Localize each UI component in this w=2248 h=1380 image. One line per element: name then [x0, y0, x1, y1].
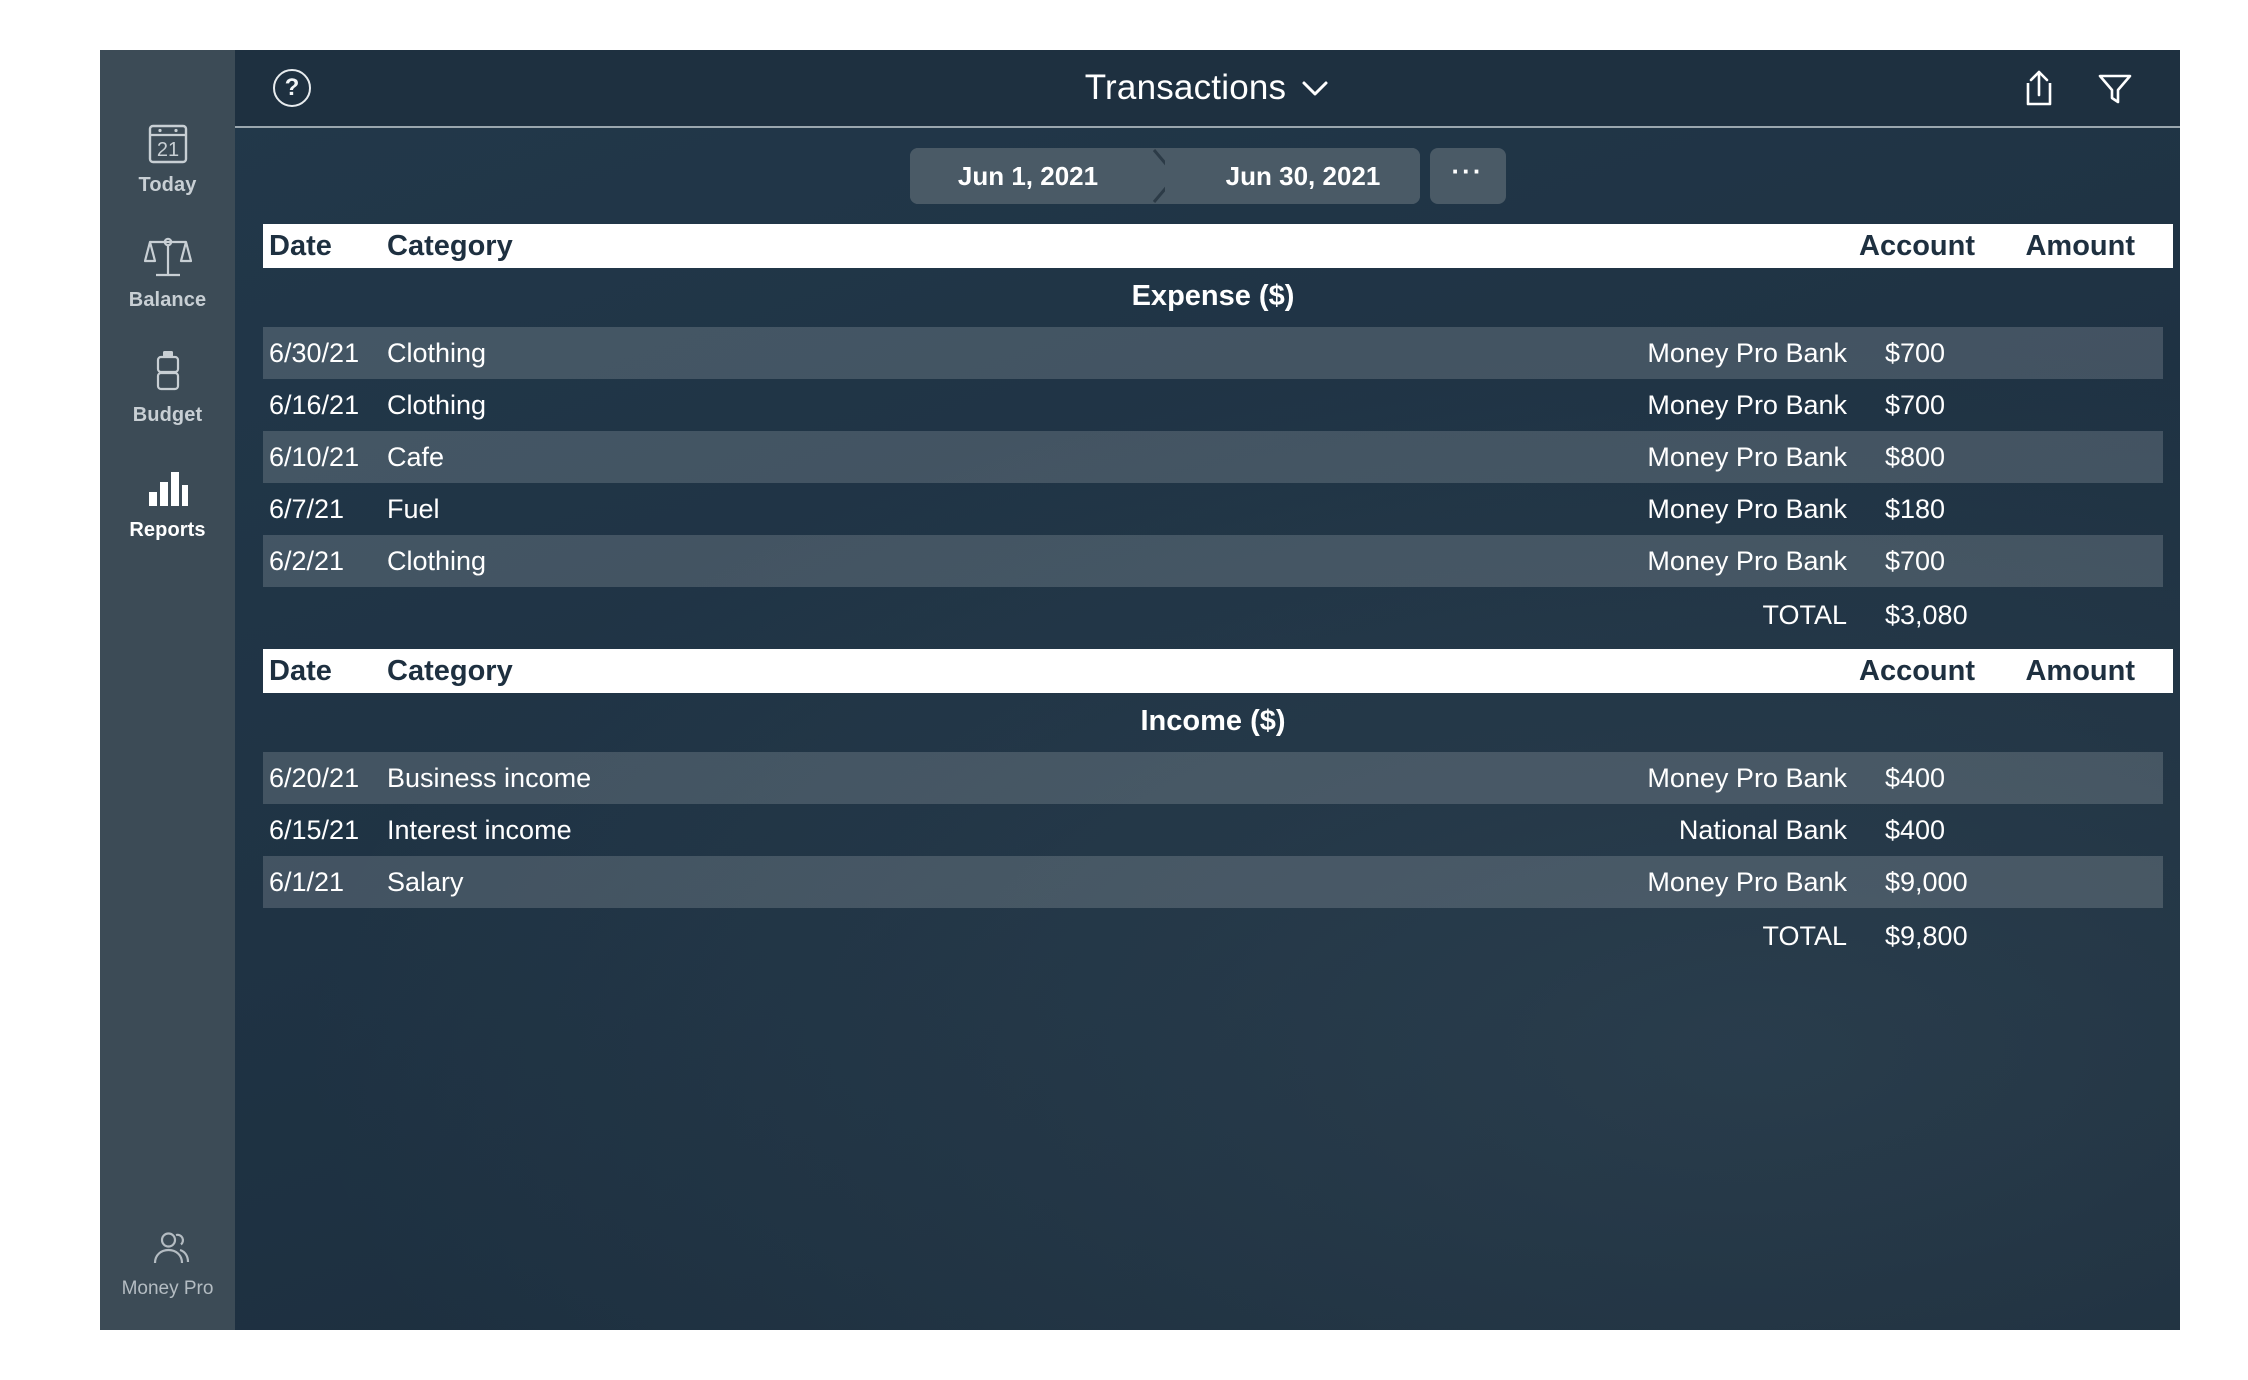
table-header-row: Date Category Account Amount — [263, 224, 2173, 268]
cell-date: 6/2/21 — [269, 545, 345, 576]
main-content: ? Transactions Jun 1, 2021 Jun 30, 2021 … — [235, 50, 2180, 1330]
users-icon — [142, 1227, 194, 1278]
date-range-start[interactable]: Jun 1, 2021 — [909, 148, 1165, 204]
cell-category: Interest income — [387, 814, 572, 845]
date-range-selector: Jun 1, 2021 Jun 30, 2021 — [909, 148, 1420, 204]
cell-category: Clothing — [387, 389, 487, 420]
app-window: 21 Today Balance Budget Reports Money Pr… — [100, 50, 2180, 1330]
sidebar-item-budget[interactable]: Budget — [100, 350, 235, 427]
scales-icon — [143, 235, 192, 281]
cell-date: 6/16/21 — [269, 389, 360, 420]
table-row[interactable]: 6/15/21 Interest income National Bank $400 — [263, 804, 2163, 856]
cell-category: Clothing — [387, 545, 487, 576]
column-header-date: Date — [269, 654, 332, 687]
cell-amount: $400 — [1885, 762, 1946, 793]
total-label: TOTAL — [1762, 599, 1847, 630]
column-header-category: Category — [387, 229, 513, 262]
page-title-group: Transactions — [235, 68, 2180, 108]
sidebar-item-reports[interactable]: Reports — [100, 465, 235, 542]
sidebar-item-balance[interactable]: Balance — [100, 235, 235, 312]
cell-date: 6/1/21 — [269, 866, 345, 897]
cell-category: Business income — [387, 762, 592, 793]
table-row[interactable]: 6/7/21 Fuel Money Pro Bank $180 — [263, 483, 2163, 535]
battery-icon — [151, 350, 185, 396]
sidebar-item-budget-label: Budget — [132, 404, 203, 426]
cell-date: 6/10/21 — [269, 441, 360, 472]
cell-date: 6/7/21 — [269, 493, 345, 524]
report-table: Date Category Account Amount Expense ($) 6/30… — [235, 224, 2180, 1330]
title-bar-actions — [2022, 68, 2134, 108]
table-row[interactable]: 6/16/21 Clothing Money Pro Bank $700 — [263, 379, 2163, 431]
cell-amount: $700 — [1885, 337, 1946, 368]
cell-category: Clothing — [387, 337, 487, 368]
cell-account: Money Pro Bank — [1647, 493, 1847, 524]
column-header-amount: Amount — [2025, 654, 2135, 687]
sidebar: 21 Today Balance Budget Reports Money Pr… — [100, 50, 235, 1330]
cell-amount: $700 — [1885, 389, 1946, 420]
table-row[interactable]: 6/2/21 Clothing Money Pro Bank $700 — [263, 535, 2163, 587]
date-range-more-button[interactable]: ··· — [1429, 148, 1506, 204]
column-header-amount: Amount — [2025, 229, 2135, 262]
cell-account: Money Pro Bank — [1647, 545, 1847, 576]
column-header-account: Account — [1859, 654, 1975, 687]
cell-amount: $400 — [1885, 814, 1946, 845]
total-amount: $9,800 — [1885, 920, 1968, 951]
sidebar-item-today-label: Today — [138, 174, 197, 196]
section-total-row: TOTAL $9,800 — [263, 908, 2163, 964]
title-bar: ? Transactions — [235, 50, 2180, 128]
sidebar-item-today[interactable]: 21 Today — [100, 120, 235, 197]
filter-icon[interactable] — [2096, 69, 2134, 107]
cell-account: National Bank — [1678, 814, 1847, 845]
cell-account: Money Pro Bank — [1647, 762, 1847, 793]
cell-account: Money Pro Bank — [1647, 389, 1847, 420]
column-header-account: Account — [1859, 229, 1975, 262]
cell-category: Cafe — [387, 441, 445, 472]
table-header-row: Date Category Account Amount — [263, 649, 2173, 693]
cell-date: 6/20/21 — [269, 762, 360, 793]
cell-date: 6/30/21 — [269, 337, 360, 368]
chevron-down-icon[interactable] — [1300, 78, 1330, 98]
date-range-end[interactable]: Jun 30, 2021 — [1164, 148, 1420, 204]
share-icon[interactable] — [2022, 68, 2056, 108]
table-row[interactable]: 6/1/21 Salary Money Pro Bank $9,000 — [263, 856, 2163, 908]
bar-chart-icon — [145, 465, 191, 511]
sidebar-account-label: Money Pro — [121, 1278, 214, 1299]
section-title: Income ($) — [1140, 705, 1286, 737]
column-header-category: Category — [387, 654, 513, 687]
help-button[interactable]: ? — [273, 69, 311, 107]
cell-amount: $700 — [1885, 545, 1946, 576]
column-header-date: Date — [269, 229, 332, 262]
calendar-icon: 21 — [147, 120, 189, 166]
section-total-row: TOTAL $3,080 — [263, 587, 2163, 643]
cell-account: Money Pro Bank — [1647, 337, 1847, 368]
cell-category: Salary — [387, 866, 464, 897]
table-row[interactable]: 6/30/21 Clothing Money Pro Bank $700 — [263, 327, 2163, 379]
cell-category: Fuel — [387, 493, 440, 524]
cell-account: Money Pro Bank — [1647, 441, 1847, 472]
table-row[interactable]: 6/20/21 Business income Money Pro Bank $400 — [263, 752, 2163, 804]
calendar-day-number: 21 — [156, 139, 178, 161]
cell-amount: $800 — [1885, 441, 1946, 472]
section-title: Expense ($) — [1131, 280, 1295, 312]
cell-date: 6/15/21 — [269, 814, 360, 845]
cell-account: Money Pro Bank — [1647, 866, 1847, 897]
sidebar-item-balance-label: Balance — [128, 289, 207, 311]
total-amount: $3,080 — [1885, 599, 1968, 630]
page-title: Transactions — [1084, 68, 1287, 107]
cell-amount: $9,000 — [1885, 866, 1968, 897]
total-label: TOTAL — [1762, 920, 1847, 951]
sidebar-account[interactable]: Money Pro — [100, 1227, 235, 1300]
cell-amount: $180 — [1885, 493, 1946, 524]
table-row[interactable]: 6/10/21 Cafe Money Pro Bank $800 — [263, 431, 2163, 483]
date-range-row: Jun 1, 2021 Jun 30, 2021 ··· — [235, 128, 2180, 224]
sidebar-item-reports-label: Reports — [129, 519, 206, 541]
